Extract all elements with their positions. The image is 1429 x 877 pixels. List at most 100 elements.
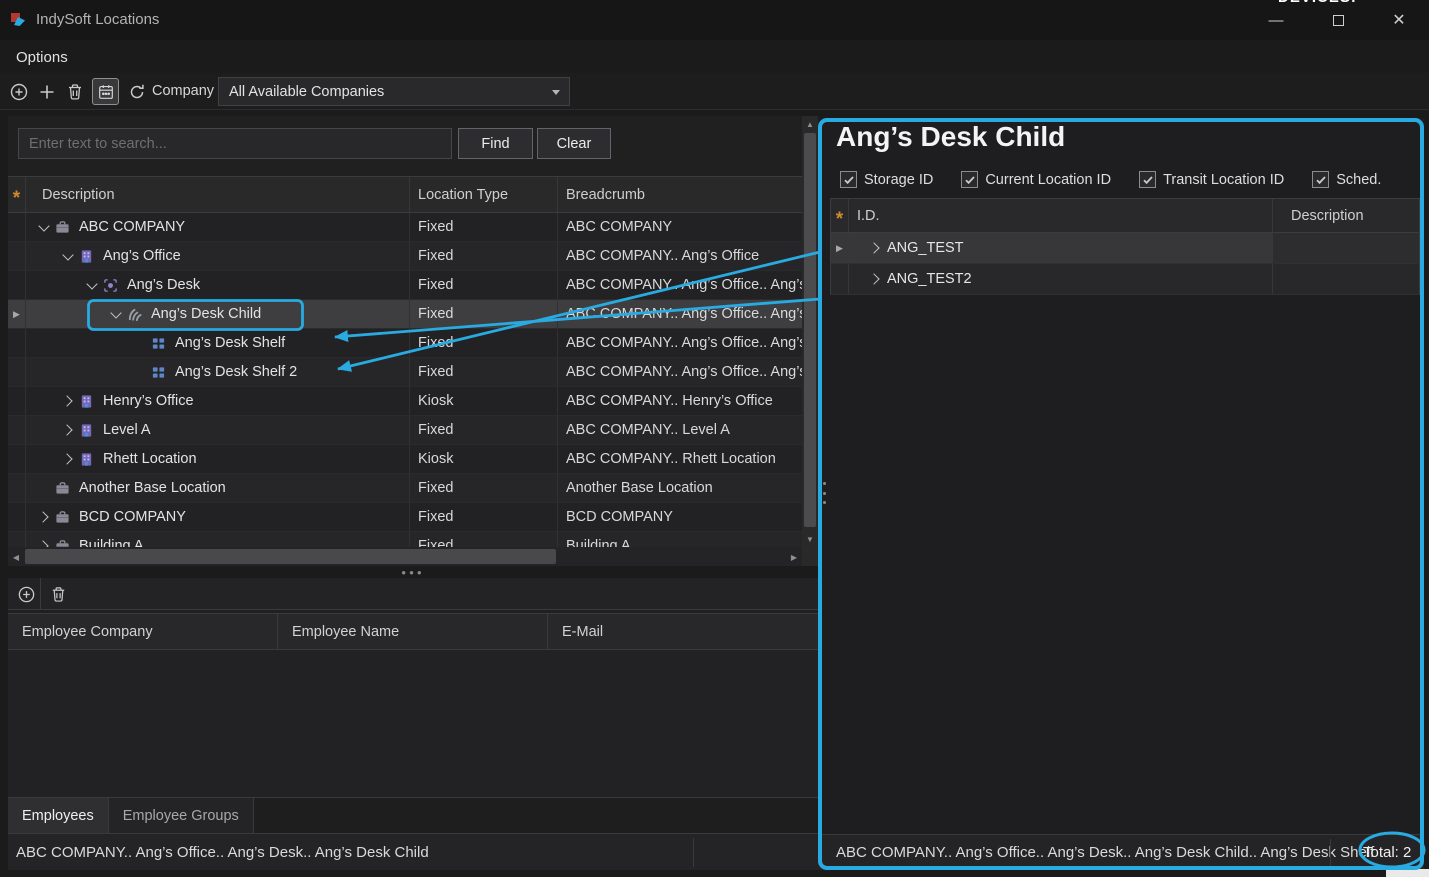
tab-employees[interactable]: Employees (8, 798, 109, 833)
delete-employee-button[interactable] (48, 584, 68, 604)
row-select-indicator (8, 242, 26, 270)
add-button[interactable] (36, 81, 58, 103)
add-location-button[interactable] (8, 81, 30, 103)
tree-row-abc-company[interactable]: ABC COMPANYFixedABC COMPANY (8, 213, 802, 242)
company-icon (55, 509, 72, 525)
delete-button[interactable] (64, 81, 86, 103)
checkbox-sched[interactable]: Sched. (1312, 171, 1381, 188)
window-title: IndySoft Locations (36, 11, 159, 28)
breadcrumb-cell: ABC COMPANY (558, 213, 802, 241)
tree-row-building-a[interactable]: Building AFixedBuilding A (8, 532, 802, 547)
location-type-cell: Fixed (410, 532, 558, 547)
row-select-indicator (8, 387, 26, 415)
tree-row-ang-s-office[interactable]: Ang’s OfficeFixedABC COMPANY.. Ang’s Off… (8, 242, 802, 271)
locations-panel: Find Clear * Description Location Type B… (8, 116, 818, 566)
chevron-right-icon[interactable] (36, 509, 52, 525)
email-column-header[interactable]: E-Mail (548, 614, 818, 649)
scroll-left-arrow[interactable]: ◀ (8, 549, 24, 565)
employees-panel: Employee Company Employee Name E-Mail Em… (8, 578, 818, 870)
chevron-right-icon[interactable] (36, 538, 52, 547)
tree-row-level-a[interactable]: Level AFixedABC COMPANY.. Level A (8, 416, 802, 445)
maximize-button[interactable] (1315, 0, 1361, 40)
vertical-scroll-thumb[interactable] (804, 133, 816, 527)
checkbox-storage-id[interactable]: Storage ID (840, 171, 933, 188)
clear-button[interactable]: Clear (537, 128, 611, 159)
row-select-indicator (8, 445, 26, 473)
scroll-down-arrow[interactable]: ▼ (802, 531, 818, 547)
office-icon (79, 422, 96, 438)
description-cell (1273, 264, 1419, 294)
tree-row-ang-s-desk-shelf[interactable]: Ang’s Desk ShelfFixedABC COMPANY.. Ang’s… (8, 329, 802, 358)
checkbox-label: Sched. (1336, 172, 1381, 188)
find-button[interactable]: Find (458, 128, 533, 159)
tree-row-ang-s-desk-shelf-2[interactable]: Ang’s Desk Shelf 2FixedABC COMPANY.. Ang… (8, 358, 802, 387)
chevron-right-icon[interactable] (60, 451, 76, 467)
row-select-indicator (8, 416, 26, 444)
refresh-button[interactable] (126, 81, 148, 103)
checkbox-icon[interactable] (1312, 171, 1329, 188)
tree-row-another-base-location[interactable]: Another Base LocationFixedAnother Base L… (8, 474, 802, 503)
tree-row-henry-s-office[interactable]: Henry’s OfficeKioskABC COMPANY.. Henry’s… (8, 387, 802, 416)
child-icon (127, 306, 144, 322)
location-name: Ang’s Desk (127, 277, 200, 293)
employee-name-column-header[interactable]: Employee Name (278, 614, 548, 649)
chevron-right-icon[interactable] (60, 393, 76, 409)
horizontal-scroll-thumb[interactable] (25, 549, 556, 564)
chevron-right-icon[interactable] (60, 422, 76, 438)
menu-options[interactable]: Options (10, 47, 74, 68)
checkbox-icon[interactable] (1139, 171, 1156, 188)
chevron-right-icon[interactable] (867, 240, 883, 256)
breadcrumb-column-header[interactable]: Breadcrumb (558, 177, 802, 212)
detail-row-ang-test2[interactable]: ANG_TEST2 (830, 264, 1420, 295)
tree-row-ang-s-desk[interactable]: Ang’s DeskFixedABC COMPANY.. Ang’s Offic… (8, 271, 802, 300)
company-dropdown[interactable]: All Available Companies (218, 77, 570, 106)
location-name: Rhett Location (103, 451, 197, 467)
search-input[interactable] (18, 128, 452, 159)
chevron-down-icon[interactable] (60, 248, 76, 264)
scroll-up-arrow[interactable]: ▲ (802, 116, 818, 132)
detail-row-ang-test[interactable]: ▶ANG_TEST (830, 233, 1420, 264)
company-dropdown-value: All Available Companies (229, 84, 384, 100)
tree-row-rhett-location[interactable]: Rhett LocationKioskABC COMPANY.. Rhett L… (8, 445, 802, 474)
chevron-down-icon[interactable] (36, 219, 52, 235)
location-name: Level A (103, 422, 151, 438)
horizontal-splitter[interactable]: ●●● (8, 566, 818, 578)
office-icon (79, 248, 96, 264)
location-name: ABC COMPANY (79, 219, 185, 235)
vertical-splitter[interactable] (821, 482, 827, 504)
tab-employee-groups[interactable]: Employee Groups (109, 798, 254, 833)
id-cell: ANG_TEST2 (849, 264, 1273, 294)
row-select-indicator (8, 271, 26, 299)
location-name: Another Base Location (79, 480, 226, 496)
chevron-down-icon[interactable] (108, 306, 124, 322)
close-button[interactable]: ✕ (1376, 0, 1422, 40)
add-employee-button[interactable] (16, 584, 36, 604)
chevron-right-icon[interactable] (867, 271, 883, 287)
scroll-right-arrow[interactable]: ▶ (786, 549, 802, 565)
vertical-scrollbar[interactable]: ▲ ▼ (802, 116, 818, 547)
menu-bar: Options (0, 40, 1429, 73)
required-column-header: * (8, 177, 26, 212)
checkbox-current-location-id[interactable]: Current Location ID (961, 171, 1111, 188)
location-type-cell: Fixed (410, 358, 558, 386)
employees-table-header: Employee Company Employee Name E-Mail (8, 613, 818, 650)
checkbox-icon[interactable] (840, 171, 857, 188)
description-column-header[interactable]: Description (26, 177, 410, 212)
employee-company-column-header[interactable]: Employee Company (8, 614, 278, 649)
tree-row-bcd-company[interactable]: BCD COMPANYFixedBCD COMPANY (8, 503, 802, 532)
chevron-down-icon[interactable] (84, 277, 100, 293)
total-count: Total: 2 (1363, 835, 1411, 870)
tree-row-ang-s-desk-child[interactable]: ▶Ang’s Desk ChildFixedABC COMPANY.. Ang’… (8, 300, 802, 329)
location-type-cell: Kiosk (410, 445, 558, 473)
location-type-cell: Fixed (410, 416, 558, 444)
checkbox-transit-location-id[interactable]: Transit Location ID (1139, 171, 1284, 188)
shelf-icon (151, 335, 168, 351)
horizontal-scrollbar[interactable]: ◀ ▶ (8, 547, 802, 566)
schedule-view-toggle[interactable] (92, 78, 119, 105)
location-type-column-header[interactable]: Location Type (410, 177, 558, 212)
description-column-header[interactable]: Description (1273, 199, 1419, 232)
minimize-button[interactable]: — (1253, 0, 1299, 40)
location-type-cell: Fixed (410, 242, 558, 270)
id-column-header[interactable]: I.D. (849, 199, 1273, 232)
checkbox-icon[interactable] (961, 171, 978, 188)
